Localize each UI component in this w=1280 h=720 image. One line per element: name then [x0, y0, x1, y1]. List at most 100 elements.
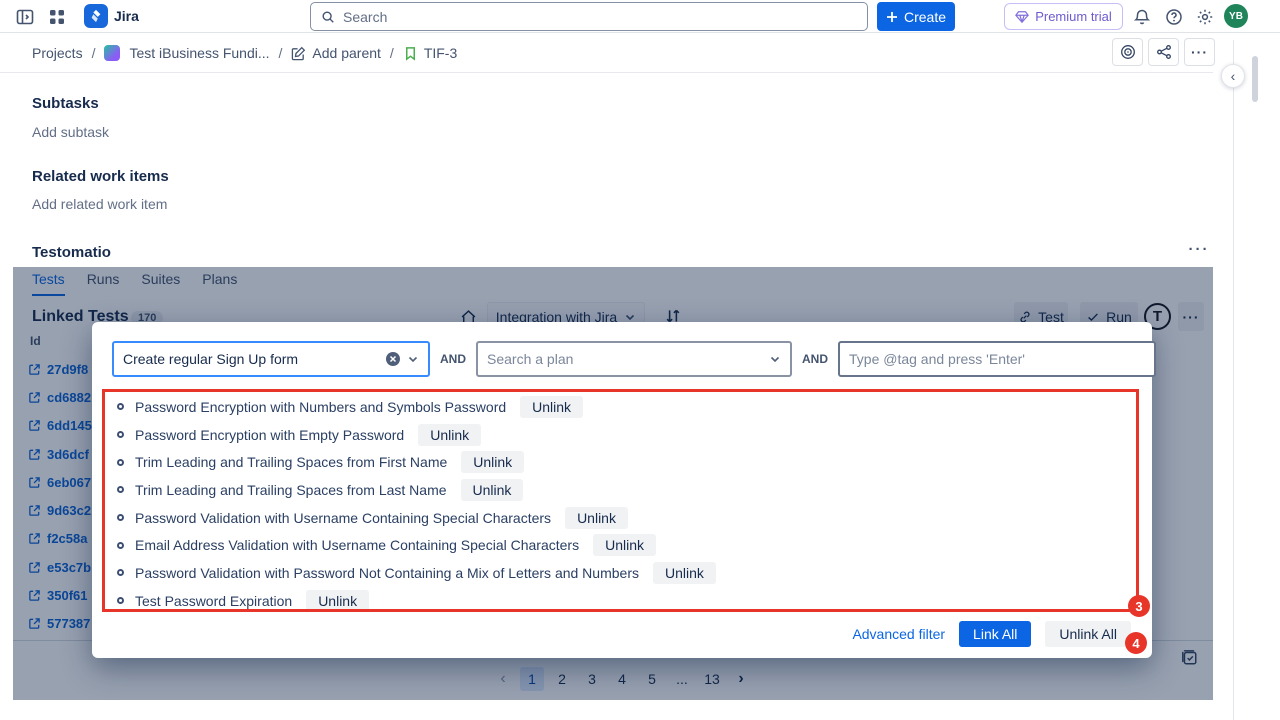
user-avatar[interactable]: YB	[1224, 4, 1248, 28]
bullet-icon	[117, 569, 124, 576]
unlink-all-button[interactable]: Unlink All	[1045, 621, 1131, 647]
and-operator: AND	[802, 352, 828, 366]
related-items-heading: Related work items	[32, 168, 169, 185]
search-input[interactable]	[343, 9, 857, 25]
unlink-button[interactable]: Unlink	[565, 507, 628, 529]
sidebar-toggle-icon[interactable]	[16, 8, 34, 26]
bullet-icon	[117, 403, 124, 410]
testomatio-more-button[interactable]: ···	[1184, 241, 1214, 261]
linked-test-row: Password Encryption with Numbers and Sym…	[117, 393, 716, 421]
unlink-button[interactable]: Unlink	[461, 479, 524, 501]
unlink-button[interactable]: Unlink	[418, 424, 481, 446]
expand-panel-button[interactable]: ‹	[1221, 64, 1245, 88]
link-all-button[interactable]: Link All	[959, 621, 1031, 647]
global-search[interactable]	[310, 2, 868, 31]
breadcrumb-project[interactable]: Test iBusiness Fundi...	[129, 45, 269, 61]
unlink-button[interactable]: Unlink	[461, 451, 524, 473]
chevron-down-icon[interactable]	[769, 353, 781, 365]
add-related-item-link[interactable]: Add related work item	[32, 196, 167, 212]
share-icon	[1156, 44, 1172, 60]
eye-icon	[1120, 44, 1136, 60]
plus-icon	[886, 11, 898, 23]
unlink-button[interactable]: Unlink	[593, 534, 656, 556]
breadcrumb-separator: /	[92, 45, 96, 61]
more-actions-button[interactable]: ···	[1184, 38, 1215, 66]
unlink-button[interactable]: Unlink	[520, 396, 583, 418]
scrollbar-thumb[interactable]	[1252, 56, 1258, 102]
jira-page: Jira Create Premium trial YB Projects / …	[0, 0, 1280, 720]
breadcrumb: Projects / Test iBusiness Fundi... / Add…	[32, 42, 457, 64]
create-label: Create	[904, 9, 946, 25]
advanced-filter-link[interactable]: Advanced filter	[852, 626, 945, 642]
chevron-left-icon: ‹	[1231, 68, 1236, 84]
linked-test-row: Password Validation with Password Not Co…	[117, 559, 716, 587]
breadcrumb-separator: /	[279, 45, 283, 61]
add-parent-label: Add parent	[312, 45, 381, 61]
bookmark-icon	[403, 46, 418, 61]
search-icon	[321, 10, 335, 24]
bullet-icon	[117, 486, 124, 493]
premium-trial-button[interactable]: Premium trial	[1004, 3, 1123, 30]
test-title: Test Password Expiration	[135, 593, 292, 609]
bullet-icon	[117, 542, 124, 549]
breadcrumb-separator: /	[390, 45, 394, 61]
unlink-button[interactable]: Unlink	[306, 590, 369, 612]
edit-icon	[291, 46, 306, 61]
unlink-button[interactable]: Unlink	[653, 562, 716, 584]
linked-tests-list: Password Encryption with Numbers and Sym…	[117, 393, 716, 615]
bullet-icon	[117, 431, 124, 438]
test-title: Password Validation with Username Contai…	[135, 510, 551, 526]
linked-test-row: Password Validation with Username Contai…	[117, 504, 716, 532]
app-switcher-icon[interactable]	[48, 8, 66, 26]
tag-filter-field[interactable]	[838, 341, 1156, 377]
link-tests-modal: AND AND Password Encryption with Numbers…	[92, 322, 1152, 658]
ellipsis-icon: ···	[1191, 47, 1208, 57]
help-icon[interactable]	[1165, 8, 1183, 26]
project-icon	[104, 45, 120, 61]
header-divider	[0, 72, 1213, 73]
linked-test-row: Password Encryption with Empty Password …	[117, 421, 716, 449]
test-filter-select[interactable]	[112, 341, 430, 377]
ellipsis-icon: ···	[1189, 241, 1210, 258]
bullet-icon	[117, 459, 124, 466]
share-button[interactable]	[1148, 38, 1179, 66]
test-title: Password Validation with Password Not Co…	[135, 565, 639, 581]
issue-key-label: TIF-3	[424, 45, 457, 61]
test-title: Trim Leading and Trailing Spaces from Fi…	[135, 454, 447, 470]
right-panel-divider	[1233, 40, 1234, 720]
bullet-icon	[117, 597, 124, 604]
plan-filter-input[interactable]	[487, 351, 763, 367]
linked-test-row: Trim Leading and Trailing Spaces from La…	[117, 476, 716, 504]
test-filter-input[interactable]	[123, 351, 379, 367]
bullet-icon	[117, 514, 124, 521]
linked-test-row: Trim Leading and Trailing Spaces from Fi…	[117, 448, 716, 476]
add-subtask-link[interactable]: Add subtask	[32, 124, 109, 140]
gem-icon	[1015, 10, 1029, 24]
premium-trial-label: Premium trial	[1035, 9, 1112, 24]
add-parent-button[interactable]: Add parent	[291, 45, 381, 61]
test-title: Trim Leading and Trailing Spaces from La…	[135, 482, 447, 498]
issue-actions: ···	[1112, 38, 1215, 66]
top-nav: Jira Create Premium trial YB	[0, 0, 1280, 33]
clear-icon[interactable]	[385, 351, 401, 367]
modal-footer: Advanced filter Link All Unlink All	[852, 621, 1131, 647]
test-title: Password Encryption with Numbers and Sym…	[135, 399, 506, 415]
jira-logo-icon[interactable]	[84, 4, 108, 28]
test-title: Password Encryption with Empty Password	[135, 427, 404, 443]
create-button[interactable]: Create	[877, 2, 955, 31]
watch-button[interactable]	[1112, 38, 1143, 66]
linked-test-row: Test Password Expiration Unlink	[117, 587, 716, 615]
chevron-down-icon[interactable]	[407, 353, 419, 365]
issue-key-link[interactable]: TIF-3	[403, 45, 457, 61]
plan-filter-select[interactable]	[476, 341, 792, 377]
tag-filter-input[interactable]	[849, 351, 1145, 367]
filter-bar: AND AND	[112, 341, 1156, 377]
breadcrumb-projects[interactable]: Projects	[32, 45, 83, 61]
linked-test-row: Email Address Validation with Username C…	[117, 531, 716, 559]
app-title: Jira	[114, 0, 139, 33]
subtasks-heading: Subtasks	[32, 95, 99, 112]
settings-gear-icon[interactable]	[1196, 8, 1214, 26]
notifications-bell-icon[interactable]	[1133, 8, 1151, 26]
and-operator: AND	[440, 352, 466, 366]
testomatio-heading: Testomatio	[32, 244, 111, 261]
